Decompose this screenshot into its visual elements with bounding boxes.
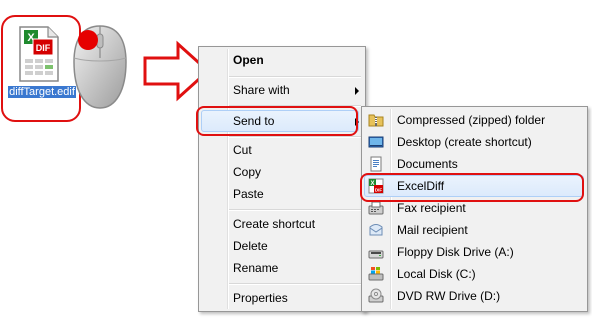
dvd-drive-icon bbox=[368, 288, 384, 304]
floppy-icon bbox=[368, 244, 384, 260]
submenu-item-label: Compressed (zipped) folder bbox=[397, 113, 546, 127]
documents-icon bbox=[368, 156, 384, 172]
submenu-item-dvd-drive[interactable]: DVD RW Drive (D:) bbox=[362, 285, 586, 307]
submenu-item-label: Documents bbox=[397, 157, 458, 171]
submenu-item-label: Desktop (create shortcut) bbox=[397, 135, 532, 149]
mouse-right-click-icon bbox=[68, 22, 132, 112]
submenu-item-label: Mail recipient bbox=[397, 223, 468, 237]
send-to-submenu: Compressed (zipped) folder Desktop (crea… bbox=[361, 106, 588, 312]
menu-separator bbox=[229, 283, 361, 285]
menu-separator bbox=[229, 209, 361, 211]
menu-separator bbox=[229, 76, 361, 78]
menu-gutter bbox=[227, 49, 229, 309]
submenu-arrow-icon bbox=[355, 87, 359, 95]
menu-item-share-with[interactable]: Share with bbox=[233, 80, 361, 100]
local-disk-icon bbox=[368, 266, 384, 282]
submenu-item-mail-recipient[interactable]: Mail recipient bbox=[362, 219, 586, 241]
submenu-item-label: DVD RW Drive (D:) bbox=[397, 289, 501, 303]
menu-item-properties[interactable]: Properties bbox=[233, 288, 288, 308]
file-name-text: diffTarget.edif bbox=[8, 86, 76, 98]
exceldiff-file-icon[interactable]: X DIF bbox=[16, 25, 62, 83]
submenu-item-label: Local Disk (C:) bbox=[397, 267, 476, 281]
context-menu: Open Share with Send to Cut Copy Paste C… bbox=[198, 46, 366, 312]
menu-item-label: Share with bbox=[233, 83, 290, 97]
submenu-item-documents[interactable]: Documents bbox=[362, 153, 586, 175]
submenu-item-label: Floppy Disk Drive (A:) bbox=[397, 245, 514, 259]
submenu-item-local-disk[interactable]: Local Disk (C:) bbox=[362, 263, 586, 285]
menu-item-rename[interactable]: Rename bbox=[233, 258, 278, 278]
menu-item-paste[interactable]: Paste bbox=[233, 184, 264, 204]
menu-item-copy[interactable]: Copy bbox=[233, 162, 261, 182]
menu-item-delete[interactable]: Delete bbox=[233, 236, 268, 256]
submenu-item-compressed-folder[interactable]: Compressed (zipped) folder bbox=[362, 109, 586, 131]
file-badge-text: DIF bbox=[36, 43, 51, 53]
menu-item-create-shortcut[interactable]: Create shortcut bbox=[233, 214, 315, 234]
menu-item-open[interactable]: Open bbox=[233, 50, 264, 70]
submenu-item-desktop[interactable]: Desktop (create shortcut) bbox=[362, 131, 586, 153]
submenu-item-floppy-drive[interactable]: Floppy Disk Drive (A:) bbox=[362, 241, 586, 263]
send-to-callout-box bbox=[196, 106, 358, 136]
fax-icon bbox=[368, 200, 384, 216]
mail-icon bbox=[368, 222, 384, 238]
menu-item-cut[interactable]: Cut bbox=[233, 140, 252, 160]
exceldiff-callout-box bbox=[360, 173, 584, 202]
zip-folder-icon bbox=[368, 112, 384, 128]
desktop-icon bbox=[368, 134, 384, 150]
menu-separator bbox=[229, 136, 361, 138]
